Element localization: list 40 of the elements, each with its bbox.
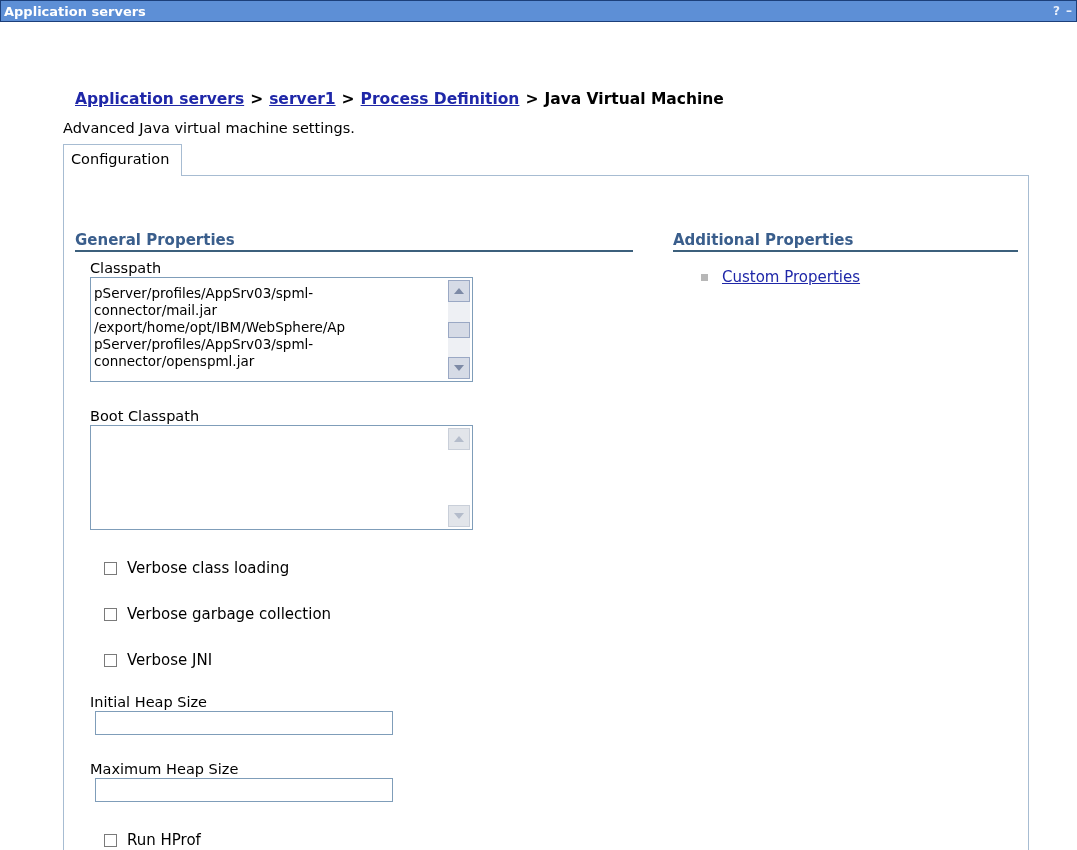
checkbox-label: Verbose class loading xyxy=(127,559,290,577)
breadcrumb-separator: > xyxy=(525,90,539,108)
scroll-up-icon[interactable] xyxy=(448,428,470,450)
text-area[interactable]: pServer/profiles/AppSrv03/spml- connector/mail.jar /export/home/opt/IBM/WebSphere/Ap pServer/profiles/AppSrv03/spml- connector/openspml.jar xyxy=(90,277,473,382)
field-label: Boot Classpath xyxy=(90,408,201,425)
breadcrumb-separator: > xyxy=(341,90,355,108)
checkbox-label: Verbose garbage collection xyxy=(127,605,332,623)
scroll-down-icon[interactable] xyxy=(448,505,470,527)
scroll-up-icon[interactable] xyxy=(448,280,470,302)
page-description: Advanced Java virtual machine settings. xyxy=(63,120,356,136)
checkbox[interactable] xyxy=(104,653,117,667)
tab[interactable]: Configuration xyxy=(63,144,183,176)
breadcrumb-link[interactable]: Process Definition xyxy=(360,90,520,108)
scroll-down-icon[interactable] xyxy=(448,357,470,379)
window-title: Application servers xyxy=(4,3,147,19)
text-area[interactable] xyxy=(90,425,473,530)
text-line: connector/openspml.jar xyxy=(94,353,256,370)
checkbox[interactable] xyxy=(104,833,117,847)
checkbox[interactable] xyxy=(104,607,117,621)
checkbox-label: Run HProf xyxy=(127,831,201,849)
section-heading: Additional Properties xyxy=(673,231,1018,252)
breadcrumb-link[interactable]: Application servers xyxy=(75,90,245,108)
field-label: Maximum Heap Size xyxy=(90,761,240,778)
checkbox-label: Verbose JNI xyxy=(127,651,213,669)
text-line: pServer/profiles/AppSrv03/spml- xyxy=(94,336,315,353)
checkbox[interactable] xyxy=(104,561,117,575)
section-heading: General Properties xyxy=(75,231,633,252)
field-label: Classpath xyxy=(90,260,163,277)
field-label: Initial Heap Size xyxy=(90,694,209,711)
text-line: pServer/profiles/AppSrv03/spml- xyxy=(94,285,315,302)
breadcrumb-current: Java Virtual Machine xyxy=(544,90,724,108)
breadcrumb-link[interactable]: server1 xyxy=(269,90,336,108)
input-field[interactable] xyxy=(95,778,393,802)
breadcrumb-separator: > xyxy=(250,90,264,108)
custom-properties-link[interactable]: Custom Properties xyxy=(722,268,861,286)
text-line: connector/mail.jar xyxy=(94,302,218,319)
scroll-thumb-icon[interactable] xyxy=(448,321,470,338)
input-field[interactable] xyxy=(95,711,393,735)
text-line: /export/home/opt/IBM/WebSphere/Ap xyxy=(94,319,347,336)
bullet-icon xyxy=(701,273,708,281)
